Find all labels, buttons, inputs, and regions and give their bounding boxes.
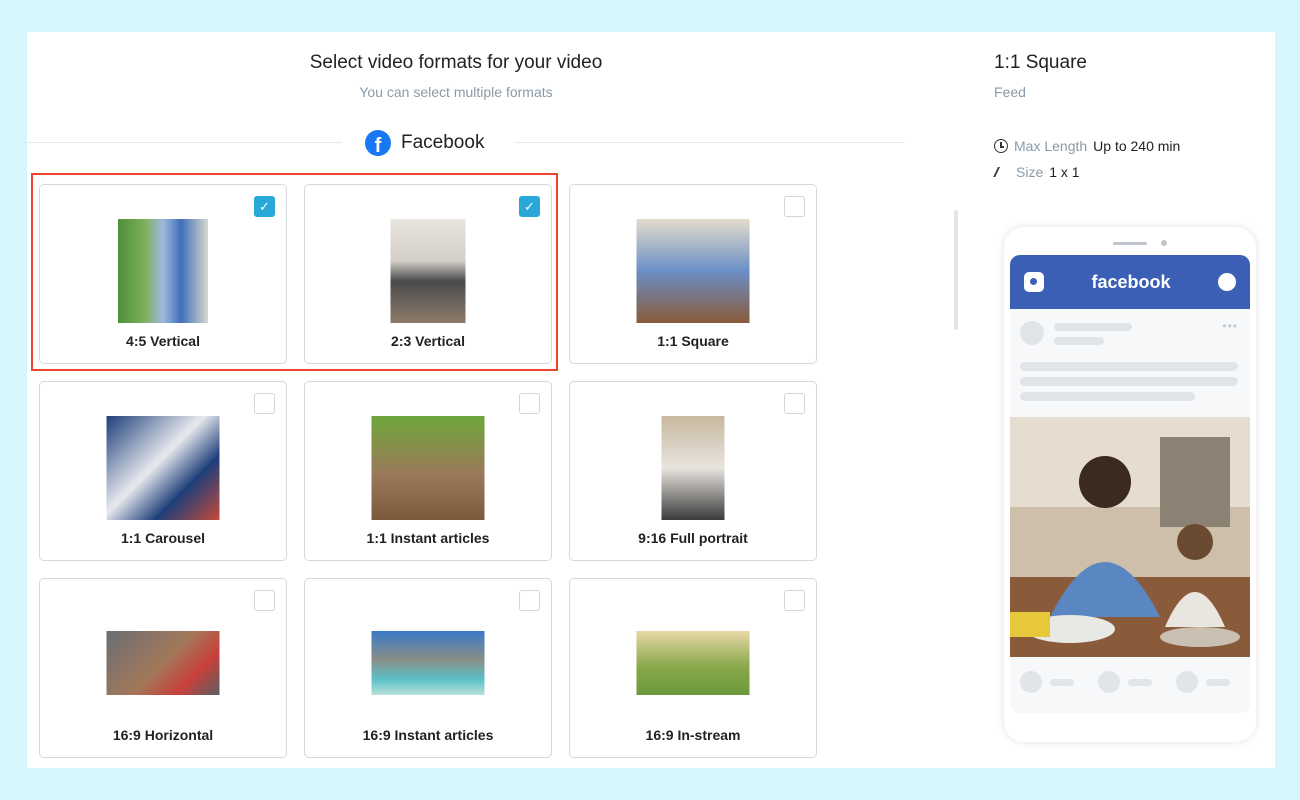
check-icon: ✓ bbox=[524, 198, 535, 214]
format-checkbox[interactable] bbox=[784, 590, 805, 611]
max-length-row: Max Length Up to 240 min bbox=[994, 138, 1180, 154]
skeleton-line bbox=[1054, 337, 1104, 345]
preview-photo bbox=[1010, 417, 1250, 657]
skeleton-line bbox=[1054, 323, 1132, 331]
format-thumbnail bbox=[636, 219, 750, 323]
platform-name: Facebook bbox=[401, 132, 485, 153]
details-placement: Feed bbox=[994, 84, 1026, 100]
format-card[interactable]: 1:1 Carousel bbox=[39, 381, 287, 561]
action-placeholder bbox=[1098, 671, 1120, 693]
action-placeholder bbox=[1206, 679, 1230, 686]
format-thumbnail bbox=[390, 219, 466, 323]
format-card[interactable]: 9:16 Full portrait bbox=[569, 381, 817, 561]
format-checkbox[interactable] bbox=[519, 393, 540, 414]
skeleton-line bbox=[1020, 392, 1195, 401]
format-checkbox[interactable]: ✓ bbox=[254, 196, 275, 217]
action-placeholder bbox=[1020, 671, 1042, 693]
format-checkbox[interactable] bbox=[254, 590, 275, 611]
format-thumbnail bbox=[106, 631, 220, 695]
format-label: 4:5 Vertical bbox=[126, 333, 200, 349]
action-placeholder bbox=[1176, 671, 1198, 693]
phone-speaker bbox=[1113, 242, 1147, 245]
more-icon: ••• bbox=[1222, 319, 1238, 333]
format-label: 2:3 Vertical bbox=[391, 333, 465, 349]
facebook-icon: f bbox=[365, 130, 391, 156]
page-title: Select video formats for your video bbox=[309, 52, 603, 73]
skeleton-line bbox=[1020, 362, 1238, 371]
action-placeholder bbox=[1050, 679, 1074, 686]
avatar-placeholder bbox=[1020, 321, 1044, 345]
format-checkbox[interactable] bbox=[254, 393, 275, 414]
format-label: 1:1 Carousel bbox=[120, 530, 206, 546]
format-card[interactable]: 16:9 Instant articles bbox=[304, 578, 552, 758]
facebook-brand: facebook bbox=[1091, 271, 1171, 292]
format-checkbox[interactable] bbox=[784, 393, 805, 414]
check-icon: ✓ bbox=[259, 198, 270, 214]
size-icon: // bbox=[994, 164, 999, 180]
format-thumbnail bbox=[636, 631, 750, 695]
format-thumbnail bbox=[371, 631, 485, 695]
facebook-bar: facebook bbox=[1010, 255, 1250, 309]
format-thumbnail bbox=[118, 219, 208, 323]
format-label: 9:16 Full portrait bbox=[638, 530, 748, 546]
format-label: 16:9 In-stream bbox=[645, 727, 741, 743]
scrollbar[interactable] bbox=[954, 210, 958, 330]
format-label: 16:9 Horizontal bbox=[112, 727, 214, 743]
format-thumbnail bbox=[106, 416, 220, 520]
details-title: 1:1 Square bbox=[994, 52, 1087, 73]
phone-preview: facebook ••• bbox=[1004, 227, 1256, 742]
format-card[interactable]: ✓ 4:5 Vertical bbox=[39, 184, 287, 364]
phone-screen: facebook ••• bbox=[1010, 255, 1250, 713]
camera-icon bbox=[1024, 272, 1044, 292]
platform-header: f Facebook bbox=[27, 130, 905, 156]
skeleton-line bbox=[1020, 377, 1238, 386]
format-checkbox[interactable] bbox=[519, 590, 540, 611]
format-card[interactable]: 1:1 Square bbox=[569, 184, 817, 364]
page-subtitle: You can select multiple formats bbox=[359, 84, 553, 100]
format-label: 1:1 Square bbox=[657, 333, 729, 349]
format-card[interactable]: 16:9 In-stream bbox=[569, 578, 817, 758]
format-label: 1:1 Instant articles bbox=[366, 530, 490, 546]
phone-camera bbox=[1161, 240, 1167, 246]
divider bbox=[27, 142, 342, 143]
format-card[interactable]: ✓ 2:3 Vertical bbox=[304, 184, 552, 364]
divider bbox=[515, 142, 905, 143]
clock-icon bbox=[994, 139, 1008, 153]
format-card[interactable]: 16:9 Horizontal bbox=[39, 578, 287, 758]
format-card[interactable]: 1:1 Instant articles bbox=[304, 381, 552, 561]
size-row: // Size 1 x 1 bbox=[994, 164, 1080, 180]
format-checkbox[interactable]: ✓ bbox=[519, 196, 540, 217]
format-label: 16:9 Instant articles bbox=[362, 727, 494, 743]
format-checkbox[interactable] bbox=[784, 196, 805, 217]
format-thumbnail bbox=[661, 416, 725, 520]
format-selector-panel: Select video formats for your video You … bbox=[27, 32, 1275, 768]
profile-icon bbox=[1218, 273, 1236, 291]
action-placeholder bbox=[1128, 679, 1152, 686]
format-thumbnail bbox=[371, 416, 485, 520]
